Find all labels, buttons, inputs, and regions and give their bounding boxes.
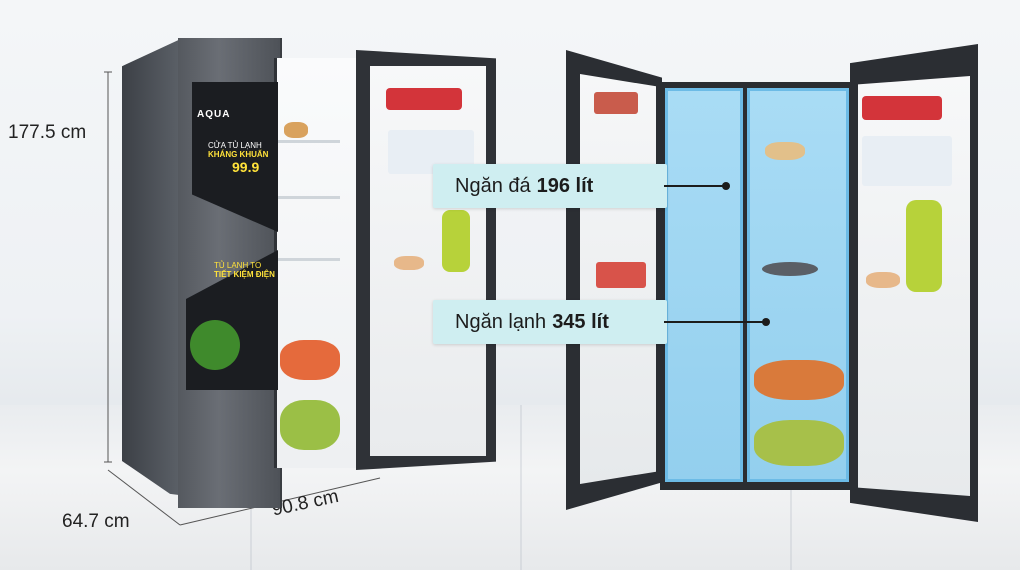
leader-line <box>664 185 726 187</box>
frying-pan <box>762 262 818 276</box>
decal-text: CỬA TỦ LẠNH KHÁNG KHUẨN 99.9 <box>208 141 268 175</box>
shelf <box>278 196 340 199</box>
produce-drawer <box>280 340 340 380</box>
milk-cartons <box>862 136 952 186</box>
freezer-capacity: 196 lít <box>536 174 594 197</box>
food-item <box>284 122 308 138</box>
decal-value: 99.9 <box>232 158 260 175</box>
leader-dot <box>762 318 770 326</box>
fridge-label: Ngăn lạnh <box>455 310 547 333</box>
fridge-capacity-callout: Ngăn lạnh 345 lít <box>433 300 667 344</box>
juice-bottle <box>906 200 942 292</box>
food-item <box>765 142 805 160</box>
shelf <box>278 140 340 143</box>
height-dimension: 177.5 cm <box>8 122 87 143</box>
food-box <box>596 262 646 288</box>
produce-drawer <box>280 400 340 450</box>
fruit-drawer <box>754 360 844 400</box>
eggs <box>394 256 424 270</box>
soda-cans <box>386 88 462 110</box>
shelf <box>278 258 340 261</box>
freezer-label: Ngăn đá <box>455 174 531 197</box>
fruit-drawer <box>754 420 844 466</box>
food-box <box>594 92 638 114</box>
juice-bottle <box>442 210 470 272</box>
freezer-capacity-callout: Ngăn đá 196 lít <box>433 164 667 208</box>
decal-text: TỦ LẠNH TO TIẾT KIỆM ĐIỆN <box>214 261 275 280</box>
soda-cans <box>862 96 942 120</box>
freezer-compartment <box>665 88 743 482</box>
eggs <box>866 272 900 288</box>
broccoli-image <box>190 320 240 370</box>
depth-dimension: 64.7 cm <box>62 511 130 532</box>
brand-logo: AQUA <box>197 109 231 120</box>
fridge-capacity: 345 lít <box>552 310 609 333</box>
leader-line <box>664 321 766 323</box>
leader-dot <box>722 182 730 190</box>
product-image: 177.5 cm 64.7 cm 90.8 cm AQUA CỬA TỦ LẠN… <box>0 0 1020 570</box>
decal-line: TIẾT KIỆM ĐIỆN <box>214 269 275 279</box>
